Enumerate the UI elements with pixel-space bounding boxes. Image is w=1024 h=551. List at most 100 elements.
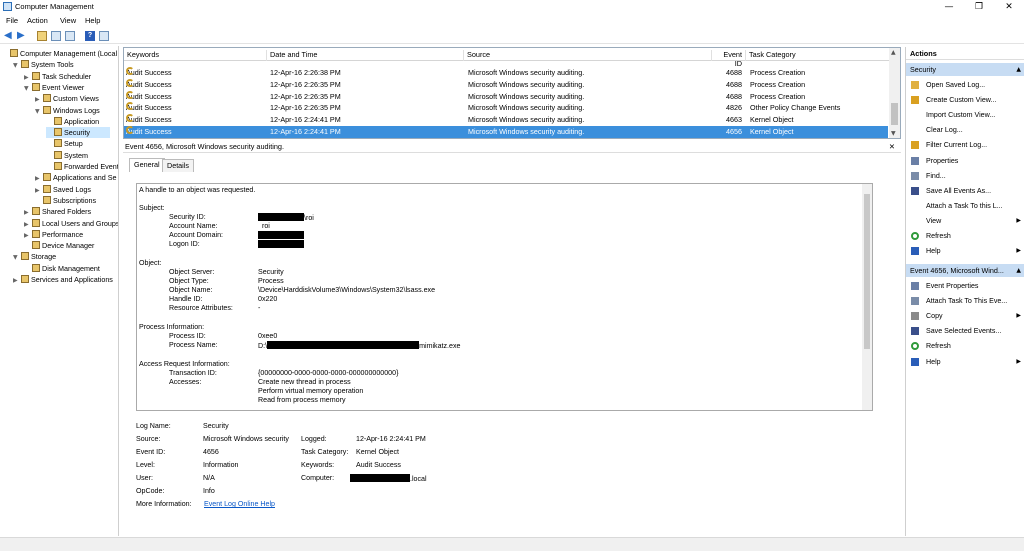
event-log-online-help-link[interactable]: Event Log Online Help <box>204 500 275 508</box>
table-row[interactable]: Audit Success 12-Apr-16 2:26:35 PM Microso… <box>124 90 888 103</box>
tree-item-system-tools[interactable]: ▼ System Tools <box>13 59 94 70</box>
event-list-scrollbar[interactable]: ▲ ▼ <box>889 48 900 138</box>
close-preview-icon[interactable]: ✕ <box>889 141 895 153</box>
action-attach-task-to-this-eve[interactable]: Attach Task To This Eve... <box>906 294 1024 308</box>
tree-item-device-manager[interactable]: Device Manager <box>24 240 114 251</box>
column-keywords[interactable]: Keywords <box>124 50 159 61</box>
scroll-down-icon[interactable]: ▼ <box>891 130 896 137</box>
desc-value: \roi <box>304 214 314 222</box>
help-icon[interactable]: ? <box>85 31 95 41</box>
action-find[interactable]: Find... <box>906 169 1024 183</box>
minimize-button[interactable]: — <box>934 0 964 14</box>
tree-item-services-and-applications[interactable]: ▶ Services and Applications <box>13 274 118 286</box>
menu-file[interactable]: File <box>6 16 18 25</box>
back-arrow-icon[interactable]: ◀ <box>4 31 14 41</box>
show-hide-tree-icon[interactable] <box>51 31 61 41</box>
up-folder-icon[interactable] <box>37 31 47 41</box>
menu-bar: File Action View Help <box>0 15 1024 27</box>
tree-item-shared-folders[interactable]: ▶ Shared Folders <box>24 206 111 217</box>
tab-details[interactable]: Details <box>162 159 194 172</box>
action-create-custom-view[interactable]: Create Custom View... <box>906 93 1024 107</box>
scroll-up-icon[interactable]: ▲ <box>891 49 896 56</box>
tree-item-computer-management-local[interactable]: Computer Management (Local <box>2 48 118 59</box>
submenu-arrow-icon: ▶ <box>1016 247 1021 255</box>
menu-help[interactable]: Help <box>85 16 100 25</box>
expander-icon[interactable]: ▼ <box>13 252 21 263</box>
tree-item-task-scheduler[interactable]: ▶ Task Scheduler <box>24 71 111 82</box>
tree-item-application[interactable]: Application <box>46 116 118 127</box>
prop-label: OpCode: <box>136 487 165 495</box>
tree-item-disk-management[interactable]: Disk Management <box>24 263 118 274</box>
action-filter-current-log[interactable]: Filter Current Log... <box>906 138 1024 152</box>
collapse-caret-icon[interactable]: ▲ <box>1016 264 1021 277</box>
menu-view[interactable]: View <box>60 16 76 25</box>
tree-node-icon <box>43 105 51 114</box>
forward-arrow-icon[interactable]: ▶ <box>17 31 27 41</box>
properties-icon <box>911 282 919 290</box>
tree-item-subscriptions[interactable]: Subscriptions <box>35 195 116 206</box>
copy-icon <box>911 312 919 321</box>
tree-item-event-viewer[interactable]: ▼ Event Viewer <box>24 82 104 93</box>
action-help[interactable]: Help ▶ <box>906 244 1024 258</box>
expander-icon[interactable]: ▼ <box>24 83 32 94</box>
tree-item-forwarded-event[interactable]: Forwarded Event <box>46 161 118 172</box>
action-event-properties[interactable]: Event Properties <box>906 279 1024 293</box>
row-date-time: 12-Apr-16 2:26:35 PM <box>270 91 341 101</box>
properties-icon[interactable] <box>65 31 75 41</box>
column-date-time[interactable]: Date and Time <box>266 50 317 61</box>
tree-item-security[interactable]: Security <box>46 127 110 139</box>
tree-item-applications-and-se[interactable]: ▶ Applications and Se <box>35 172 118 183</box>
tree-item-custom-views[interactable]: ▶ Custom Views <box>35 93 118 104</box>
expander-icon[interactable]: ▼ <box>13 60 21 71</box>
actions-section-event[interactable]: Event 4656, Microsoft Wind... ▲ <box>906 264 1024 277</box>
table-row[interactable]: Audit Success 12-Apr-16 2:24:41 PM Microso… <box>124 126 888 138</box>
tree-item-setup[interactable]: Setup <box>46 138 103 149</box>
menu-action[interactable]: Action <box>27 16 48 25</box>
column-source[interactable]: Source <box>463 50 490 61</box>
actions-section-security[interactable]: Security ▲ <box>906 63 1024 76</box>
collapse-caret-icon[interactable]: ▲ <box>1016 63 1021 76</box>
action-view[interactable]: View ▶ <box>906 214 1024 228</box>
prop-label: User: <box>136 474 153 482</box>
table-row[interactable]: Audit Success 12-Apr-16 2:26:35 PM Microso… <box>124 78 888 91</box>
action-open-saved-log[interactable]: Open Saved Log... <box>906 78 1024 92</box>
scroll-thumb[interactable] <box>891 103 898 125</box>
expander-icon[interactable]: ▼ <box>35 106 43 117</box>
close-button[interactable]: ✕ <box>994 0 1024 14</box>
tree-item-windows-logs[interactable]: ▼ Windows Logs <box>35 105 118 117</box>
tree-item-label: Performance <box>42 229 84 239</box>
filter-icon <box>911 96 919 105</box>
action-save-selected-events[interactable]: Save Selected Events... <box>906 324 1024 338</box>
tree-item-storage[interactable]: ▼ Storage <box>13 251 76 262</box>
table-row[interactable]: Audit Success 12-Apr-16 2:26:35 PM Microso… <box>124 102 888 114</box>
action-refresh[interactable]: Refresh <box>906 229 1024 243</box>
tree-item-system[interactable]: System <box>46 150 108 161</box>
action-properties[interactable]: Properties <box>906 154 1024 168</box>
column-task-category[interactable]: Task Category <box>745 50 796 61</box>
desc-label: Resource Attributes: <box>169 304 233 312</box>
tree-item-performance[interactable]: ▶ Performance <box>24 229 103 240</box>
action-save-all-events-as[interactable]: Save All Events As... <box>906 184 1024 198</box>
action-attach-a-task-to-this-l[interactable]: Attach a Task To this L... <box>906 199 1024 213</box>
column-event-id[interactable]: Event ID <box>711 50 745 68</box>
scroll-thumb[interactable] <box>864 194 870 349</box>
restore-button[interactable]: ❐ <box>964 0 994 14</box>
tab-general[interactable]: General <box>129 158 165 172</box>
table-row[interactable]: Audit Success 12-Apr-16 2:24:41 PM Microso… <box>124 114 888 126</box>
action-refresh[interactable]: Refresh <box>906 339 1024 353</box>
table-row[interactable]: Audit Success 12-Apr-16 2:26:38 PM Microso… <box>124 67 888 79</box>
action-copy[interactable]: Copy ▶ <box>906 309 1024 323</box>
key-icon <box>126 90 134 99</box>
tree-item-label: Event Viewer <box>42 82 85 92</box>
tree-item-local-users-and-groups[interactable]: ▶ Local Users and Groups <box>24 218 118 229</box>
tree-item-saved-logs[interactable]: ▶ Saved Logs <box>35 184 111 195</box>
expander-icon[interactable]: ▶ <box>13 275 21 286</box>
action-help[interactable]: Help ▶ <box>906 355 1024 369</box>
action-clear-log[interactable]: Clear Log... <box>906 123 1024 137</box>
action-import-custom-view[interactable]: Import Custom View... <box>906 108 1024 122</box>
submenu-arrow-icon: ▶ <box>1016 312 1021 320</box>
description-scrollbar[interactable] <box>862 184 872 410</box>
action-pane-icon[interactable] <box>99 31 109 41</box>
tree-item-label: System <box>64 150 88 160</box>
desc-label: Account Domain: <box>169 231 224 239</box>
